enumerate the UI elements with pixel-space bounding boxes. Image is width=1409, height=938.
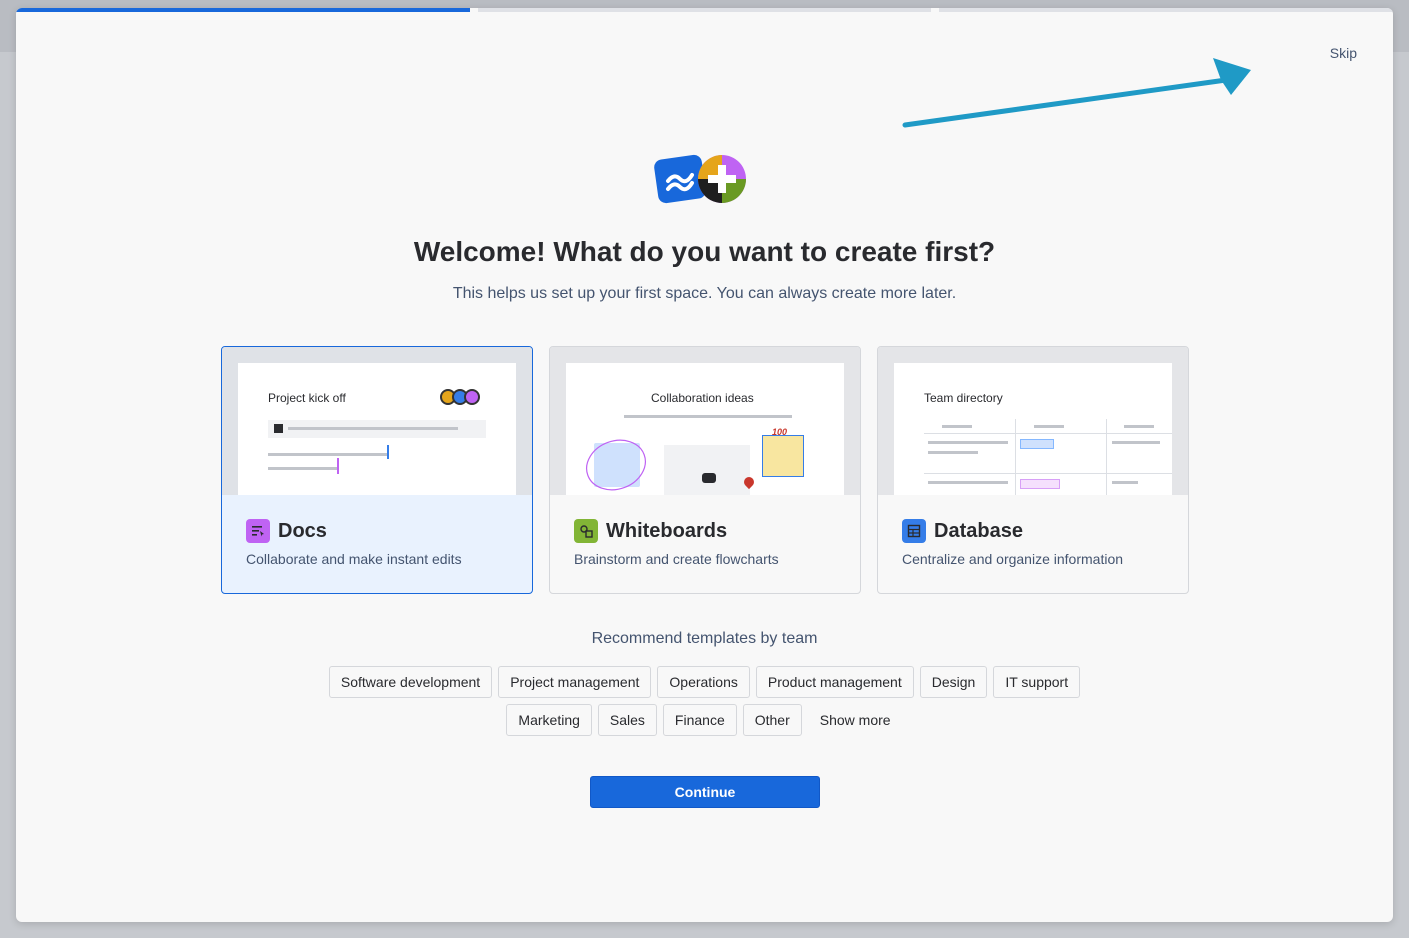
lasso-icon [586,439,646,491]
docs-preview-block [274,424,283,433]
db-header-line [942,425,972,428]
skip-button[interactable]: Skip [1330,45,1357,61]
chip-software-development[interactable]: Software development [328,666,493,698]
content-type-cards: Project kick off Docs Collaborate and ma… [221,346,1189,594]
app-logo-icon [654,154,746,204]
whiteboards-preview-canvas: Collaboration ideas 100 [566,363,844,495]
db-grid-line [1015,419,1016,495]
cursor-blue [387,445,389,459]
whiteboards-preview-title: Collaboration ideas [651,391,754,405]
db-grid-line [1106,419,1107,495]
team-chips-row-1: Software development Project management … [16,666,1393,698]
chip-finance[interactable]: Finance [662,704,737,736]
db-cell-line [1112,481,1138,484]
onboarding-modal: Skip Welcome! What do you want to create… [16,8,1393,922]
docs-icon [246,519,270,543]
docs-description: Collaborate and make instant edits [246,551,462,567]
progress-step-3 [939,8,1393,12]
db-cell-line [928,441,1008,444]
docs-preview-line [268,467,338,470]
progress-bar [16,8,1393,12]
team-chips-row-2: Marketing Sales Finance Other Show more [16,704,1393,736]
database-description: Centralize and organize information [902,551,1124,567]
chip-sales[interactable]: Sales [597,704,657,736]
db-grid-line [924,433,1172,434]
db-grid-line [924,473,1172,474]
database-title: Database [934,519,1023,542]
docs-preview-line [288,427,458,430]
page-subtitle: This helps us set up your first space. Y… [452,285,957,302]
whiteboards-preview: Collaboration ideas 100 [550,347,860,495]
chip-it-support[interactable]: IT support [993,666,1081,698]
database-card[interactable]: Team directory Database Centralize and o… [877,346,1189,594]
docs-title: Docs [278,519,327,542]
database-icon [902,519,926,543]
database-label-row: Database [902,519,1023,543]
video-frame [664,445,750,495]
sticker-100: 100 [772,427,788,437]
progress-step-2 [477,8,932,12]
docs-preview: Project kick off [222,347,532,495]
annotation-arrow-icon [902,58,1251,128]
docs-preview-line [268,453,388,456]
chip-operations[interactable]: Operations [657,666,750,698]
collaborator-avatars [440,389,480,405]
db-header-line [1034,425,1064,428]
database-preview: Team directory [878,347,1188,495]
cursor-purple [337,458,339,474]
page-title: Welcome! What do you want to create firs… [413,236,996,267]
show-more-button[interactable]: Show more [808,704,903,736]
whiteboards-title: Whiteboards [606,519,728,542]
docs-label-row: Docs [246,519,327,543]
play-icon [702,473,716,483]
database-preview-canvas: Team directory [894,363,1172,495]
db-tag-blue [1020,439,1054,449]
chip-marketing[interactable]: Marketing [506,704,592,736]
whiteboards-description: Brainstorm and create flowcharts [574,551,779,567]
continue-button[interactable]: Continue [590,776,820,808]
whiteboards-card[interactable]: Collaboration ideas 100 Whiteboards Brai [549,346,861,594]
docs-preview-toolbar [268,420,486,438]
chip-product-management[interactable]: Product management [755,666,914,698]
db-cell-line [928,451,978,454]
whiteboards-label-row: Whiteboards [574,519,727,543]
database-preview-title: Team directory [924,391,1003,405]
db-cell-line [1112,441,1160,444]
chip-design[interactable]: Design [919,666,988,698]
progress-step-1 [16,8,470,12]
docs-preview-title: Project kick off [268,391,346,405]
db-tag-purple [1020,479,1060,489]
docs-card[interactable]: Project kick off Docs Collaborate and ma… [221,346,533,594]
recommend-label: Recommend templates by team [591,630,818,647]
chip-project-management[interactable]: Project management [498,666,652,698]
avatar [464,389,480,405]
chip-other[interactable]: Other [742,704,802,736]
db-cell-line [928,481,1008,484]
whiteboards-preview-line [624,415,792,418]
sticky-yellow [762,435,804,477]
whiteboards-icon [574,519,598,543]
docs-preview-canvas: Project kick off [238,363,516,495]
db-header-line [1124,425,1154,428]
